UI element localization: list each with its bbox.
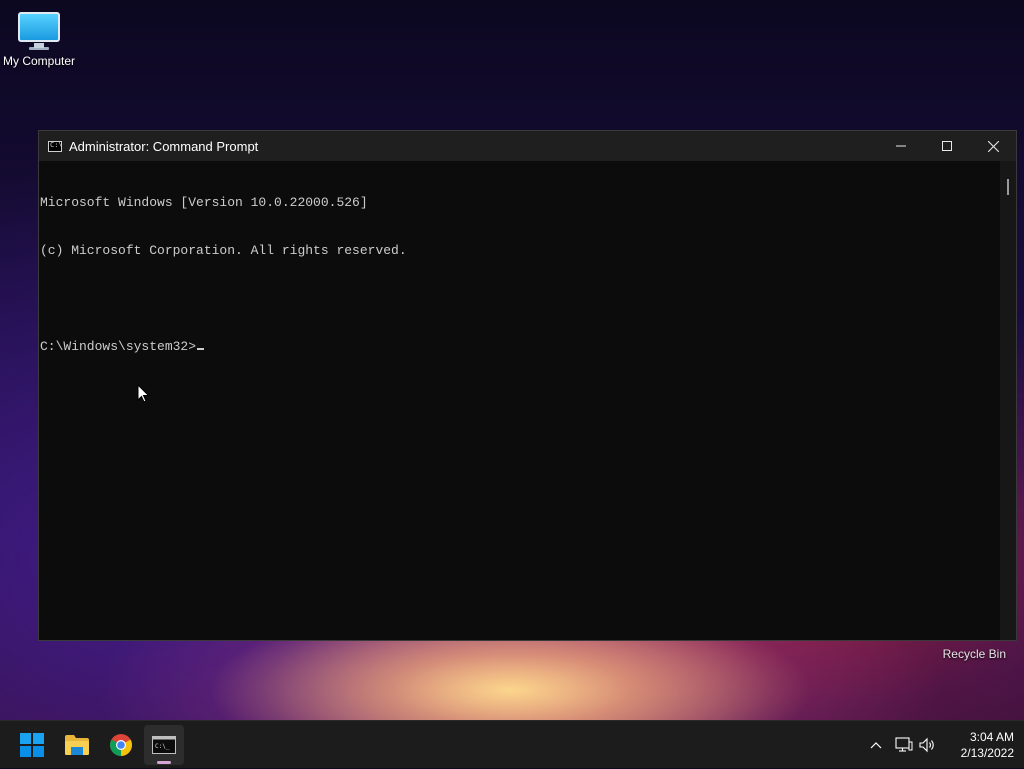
folder-icon	[65, 735, 89, 755]
chevron-up-icon	[870, 742, 882, 749]
taskbar: C:\_ 3:04 AM 2/13/2022	[0, 720, 1024, 768]
volume-button[interactable]	[918, 721, 938, 769]
my-computer-label: My Computer	[2, 54, 76, 68]
command-prompt-icon: C:\	[48, 140, 62, 152]
close-icon	[987, 140, 999, 152]
maximize-icon	[942, 141, 952, 151]
text-cursor	[197, 348, 205, 350]
recycle-bin-label: Recycle Bin	[942, 647, 1006, 661]
volume-icon	[919, 737, 934, 753]
show-hidden-icons-button[interactable]	[866, 721, 886, 769]
scrollbar-thumb[interactable]	[1007, 179, 1009, 195]
console-line: Microsoft Windows [Version 10.0.22000.52…	[40, 195, 368, 210]
computer-icon	[18, 12, 60, 48]
console-output[interactable]: Microsoft Windows [Version 10.0.22000.52…	[39, 161, 1000, 640]
network-icon	[895, 737, 913, 752]
desktop-icon-my-computer[interactable]: My Computer	[0, 8, 78, 68]
minimize-button[interactable]	[878, 131, 924, 161]
windows-logo-icon	[20, 733, 44, 757]
clock-date: 2/13/2022	[960, 746, 1014, 760]
command-prompt-window[interactable]: C:\ Administrator: Command Prompt Micros…	[38, 130, 1017, 641]
chrome-icon	[110, 734, 132, 756]
start-button[interactable]	[12, 725, 52, 765]
maximize-button[interactable]	[924, 131, 970, 161]
console-prompt: C:\Windows\system32>	[40, 339, 197, 354]
svg-text:C:\_: C:\_	[155, 743, 170, 750]
terminal-icon: C:\_	[152, 736, 176, 754]
command-prompt-taskbar-button[interactable]: C:\_	[144, 725, 184, 765]
close-button[interactable]	[970, 131, 1016, 161]
network-button[interactable]	[894, 721, 914, 769]
active-app-indicator	[157, 761, 171, 764]
clock-time: 3:04 AM	[969, 730, 1014, 744]
console-line: (c) Microsoft Corporation. All rights re…	[40, 243, 407, 258]
file-explorer-button[interactable]	[57, 725, 97, 765]
desktop-icon-recycle-bin[interactable]: Recycle Bin	[943, 647, 1006, 661]
minimize-icon	[896, 145, 906, 147]
console-prompt-line: C:\Windows\system32>	[40, 339, 1000, 355]
vertical-scrollbar[interactable]	[1000, 161, 1016, 640]
clock[interactable]: 3:04 AM 2/13/2022	[944, 729, 1014, 761]
window-title: Administrator: Command Prompt	[69, 138, 259, 154]
chrome-button[interactable]	[101, 725, 141, 765]
mouse-pointer-icon	[137, 384, 150, 403]
window-titlebar[interactable]: C:\ Administrator: Command Prompt	[39, 131, 1016, 161]
